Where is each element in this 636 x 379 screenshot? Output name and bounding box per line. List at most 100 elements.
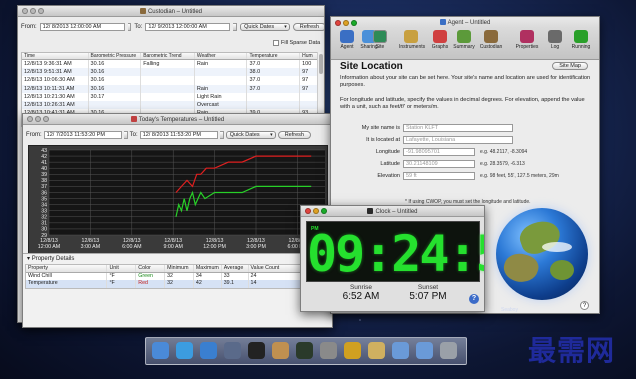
- column-header[interactable]: Time: [22, 53, 89, 59]
- to-date-field[interactable]: 12/ 8/2013 11:53:20 PM: [139, 131, 218, 139]
- terminal-icon[interactable]: [248, 342, 265, 359]
- units-help-text: For longitude and latitude, specify the …: [340, 97, 585, 111]
- toolbar-agent-button[interactable]: Agent: [335, 30, 359, 50]
- clock-window: Clock – Untitled PM 09:24:55 Sunrise 6:5…: [300, 205, 485, 312]
- table-scrollbar[interactable]: [317, 52, 323, 112]
- table-cell: [141, 92, 195, 101]
- latitude-input[interactable]: 30.21148109: [403, 159, 475, 168]
- toolbar-custodian-button[interactable]: Custodian: [479, 30, 503, 50]
- from-date-field[interactable]: 12/ 7/2013 11:53:20 PM: [43, 131, 122, 139]
- clock-titlebar[interactable]: Clock – Untitled: [301, 206, 484, 217]
- close-icon[interactable]: [305, 208, 311, 214]
- table-cell: 30.17: [89, 92, 142, 101]
- close-icon[interactable]: [27, 116, 33, 122]
- quick-dates-select[interactable]: Quick Dates: [240, 23, 290, 31]
- table-cell: [141, 68, 195, 77]
- from-date-stepper[interactable]: [123, 131, 128, 139]
- table-row[interactable]: 12/8/13 9:36:31 AM 30.16 Falling Rain 37.0 10…: [22, 60, 317, 69]
- table-cell: [195, 68, 248, 77]
- site-map-button[interactable]: Site Map: [552, 62, 588, 70]
- trash-icon[interactable]: [440, 342, 457, 359]
- toolbar-site-button[interactable]: Site: [368, 30, 392, 50]
- clock-help-button[interactable]: ?: [469, 294, 479, 304]
- archive-icon[interactable]: [368, 342, 385, 359]
- weather-agent-icon[interactable]: [344, 342, 361, 359]
- table-row[interactable]: 12/8/13 10:26:31 AM Overcast: [22, 100, 317, 110]
- toolbar-summary-button[interactable]: Summary: [452, 30, 476, 50]
- field-example: e.g. 98 feet, 55', 127.5 meters, 29m: [480, 172, 559, 179]
- minimize-icon[interactable]: [313, 208, 319, 214]
- temperatures-titlebar[interactable]: Today's Temperatures – Untitled: [23, 114, 332, 125]
- downloads-folder-icon[interactable]: [416, 342, 433, 359]
- property-row[interactable]: Wind Chill °F Green 32 34 33 24: [26, 272, 322, 280]
- column-header[interactable]: Unit: [107, 265, 137, 272]
- field-label: My site name is: [361, 124, 400, 131]
- table-row[interactable]: 12/8/13 9:51:31 AM 30.16 38.0 97: [22, 68, 317, 77]
- minimize-icon[interactable]: [35, 116, 41, 122]
- table-row[interactable]: 12/8/13 10:11:31 AM 30.16 Rain 37.0 97: [22, 84, 317, 93]
- photos-icon[interactable]: [272, 342, 289, 359]
- refresh-button[interactable]: Refresh: [277, 131, 311, 139]
- column-header[interactable]: Minimum: [165, 265, 194, 272]
- network-icon[interactable]: [224, 342, 241, 359]
- zoom-icon[interactable]: [351, 19, 357, 26]
- site-name-input[interactable]: Station KLFT: [403, 123, 513, 132]
- property-cell: Red: [136, 280, 166, 288]
- documents-folder-icon[interactable]: [392, 342, 409, 359]
- column-header[interactable]: Maximum: [194, 265, 222, 272]
- activity-monitor-icon[interactable]: [296, 342, 313, 359]
- zoom-icon[interactable]: [321, 208, 327, 214]
- longitude-input[interactable]: -91.98095701: [403, 147, 475, 156]
- zoom-icon[interactable]: [38, 8, 44, 14]
- to-date-stepper[interactable]: [219, 131, 224, 139]
- field-label: Longitude: [375, 148, 400, 155]
- property-row[interactable]: Temperature °F Red 32 42 39.1 14: [26, 280, 322, 288]
- refresh-button[interactable]: Refresh: [292, 23, 324, 31]
- close-icon[interactable]: [22, 8, 28, 14]
- x-tick-label: 12:00 AM: [38, 244, 60, 250]
- column-header[interactable]: Property: [26, 265, 108, 272]
- table-cell: 97: [302, 69, 309, 76]
- column-header[interactable]: Barometric Pressure: [89, 53, 142, 59]
- sunrise-label: Sunrise: [349, 284, 373, 291]
- table-cell: Overcast: [195, 100, 248, 110]
- column-header[interactable]: Temperature: [247, 53, 301, 59]
- column-header[interactable]: Color: [136, 265, 166, 272]
- column-header[interactable]: Hum: [300, 53, 317, 59]
- minimize-icon[interactable]: [343, 19, 349, 26]
- safari-icon[interactable]: [200, 342, 217, 359]
- x-tick-label: 3:00 PM: [246, 244, 266, 250]
- help-button[interactable]: ?: [580, 301, 589, 310]
- toolbar-running-button[interactable]: Running: [569, 30, 593, 50]
- toolbar-graphs-button[interactable]: Graphs: [428, 30, 452, 50]
- toolbar-properties-button[interactable]: Properties: [515, 30, 539, 50]
- toolbar-instruments-button[interactable]: Instruments: [399, 30, 425, 50]
- column-header[interactable]: Barometric Trend: [141, 53, 195, 59]
- elevation-input[interactable]: 59 ft: [403, 171, 475, 180]
- app-store-icon[interactable]: [176, 342, 193, 359]
- from-date-field[interactable]: 12/ 8/2013 12:00:00 AM: [39, 23, 125, 31]
- column-header[interactable]: Average: [222, 265, 249, 272]
- minimize-icon[interactable]: [30, 8, 36, 14]
- toolbar-log-button[interactable]: Log: [543, 30, 567, 50]
- to-date-field[interactable]: 12/ 9/2013 12:00:00 AM: [145, 23, 231, 31]
- fill-sparse-checkbox[interactable]: [273, 40, 279, 46]
- system-preferences-icon[interactable]: [320, 342, 337, 359]
- table-row[interactable]: 12/8/13 10:21:30 AM 30.17 Light Rain: [22, 92, 317, 101]
- quick-dates-select[interactable]: Quick Dates: [225, 131, 276, 139]
- table-cell: 37.0: [247, 76, 301, 85]
- custodian-titlebar[interactable]: Custodian – Untitled: [18, 6, 324, 17]
- table-cell: [141, 76, 195, 85]
- table-row[interactable]: 12/8/13 10:06:30 AM 30.16 37.0 97: [22, 76, 317, 85]
- agent-titlebar[interactable]: Agent – Untitled: [331, 17, 599, 28]
- close-icon[interactable]: [335, 19, 341, 26]
- column-header[interactable]: Weather: [195, 53, 248, 59]
- from-date-stepper[interactable]: [127, 23, 132, 31]
- from-label: From:: [21, 24, 37, 30]
- finder-icon[interactable]: [152, 342, 169, 359]
- field-example: e.g. 48.2117, -8.3094: [480, 148, 528, 155]
- zoom-icon[interactable]: [43, 116, 49, 122]
- location-input[interactable]: Lafayette, Louisiana: [403, 135, 513, 144]
- to-date-stepper[interactable]: [233, 23, 238, 31]
- temperatures-toolbar: From: 12/ 7/2013 11:53:20 PM To: 12/ 8/2…: [26, 131, 331, 139]
